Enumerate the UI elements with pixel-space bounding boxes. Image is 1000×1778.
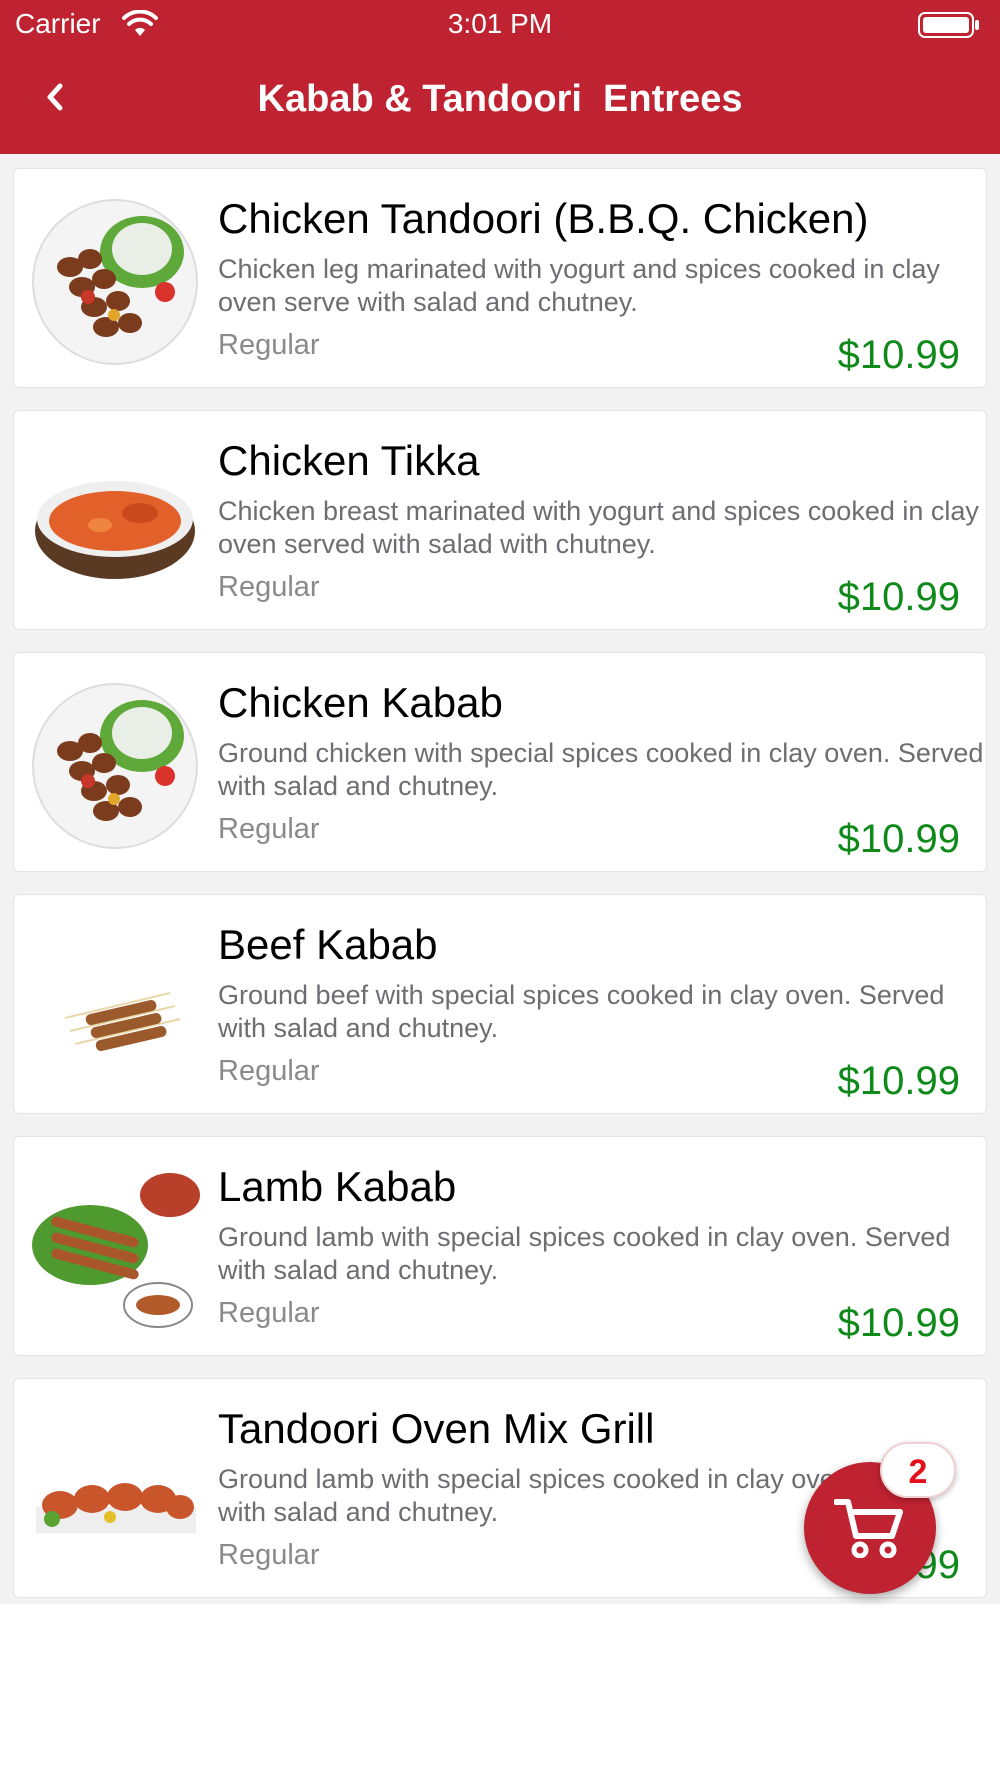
item-price: $10.99 (837, 1059, 960, 1103)
item-photo (35, 481, 195, 579)
item-price: $10.99 (837, 575, 960, 619)
cart-icon (834, 1499, 903, 1558)
status-bar: Carrier 3:01 PM (0, 0, 1000, 50)
item-name: Tandoori Oven Mix Grill (218, 1405, 655, 1452)
item-photo (32, 199, 198, 365)
menu-item-card[interactable]: Chicken Kabab Ground chicken with specia… (13, 652, 987, 872)
item-photo (32, 683, 198, 849)
item-price: $10.99 (837, 1301, 960, 1345)
item-size: Regular (218, 813, 320, 845)
menu-item-card[interactable]: Chicken Tikka Chicken breast marinated w… (13, 410, 987, 630)
item-size: Regular (218, 571, 320, 603)
item-name: Chicken Tandoori (B.B.Q. Chicken) (218, 195, 869, 242)
item-name: Chicken Kabab (218, 679, 503, 726)
item-description: Chicken breast marinated with yogurt and… (218, 496, 979, 559)
nav-header: Carrier 3:01 PM Kabab & Tandoori Entrees (0, 0, 1000, 154)
item-size: Regular (218, 329, 320, 361)
battery-icon (918, 12, 979, 38)
status-time: 3:01 PM (447, 8, 553, 39)
item-size: Regular (218, 1539, 320, 1571)
item-name: Beef Kabab (218, 921, 438, 968)
item-price: $10.99 (837, 817, 960, 861)
menu-item-card[interactable]: Lamb Kabab Ground lamb with special spic… (13, 1136, 987, 1356)
item-photo (32, 1173, 200, 1328)
item-description: Ground chicken with special spices cooke… (218, 738, 984, 801)
item-name: Chicken Tikka (218, 437, 480, 484)
menu-item-card[interactable]: Chicken Tandoori (B.B.Q. Chicken) Chicke… (13, 168, 987, 388)
item-size: Regular (218, 1055, 320, 1087)
item-photo (36, 1483, 196, 1533)
cart-count-badge: 2 (880, 1442, 956, 1498)
item-photo (64, 992, 181, 1051)
menu-item-card[interactable]: Beef Kabab Ground beef with special spic… (13, 894, 987, 1114)
item-price: $10.99 (837, 333, 960, 377)
item-size: Regular (218, 1297, 320, 1329)
item-description: Ground beef with special spices cooked i… (218, 980, 945, 1043)
item-description: Chicken leg marinated with yogurt and sp… (218, 254, 940, 317)
menu-item-list: Chicken Tandoori (B.B.Q. Chicken) Chicke… (0, 154, 1000, 1604)
item-name: Lamb Kabab (218, 1163, 457, 1210)
item-description: Ground lamb with special spices cooked i… (218, 1222, 951, 1285)
page-title: Kabab & Tandoori Entrees (257, 78, 743, 120)
